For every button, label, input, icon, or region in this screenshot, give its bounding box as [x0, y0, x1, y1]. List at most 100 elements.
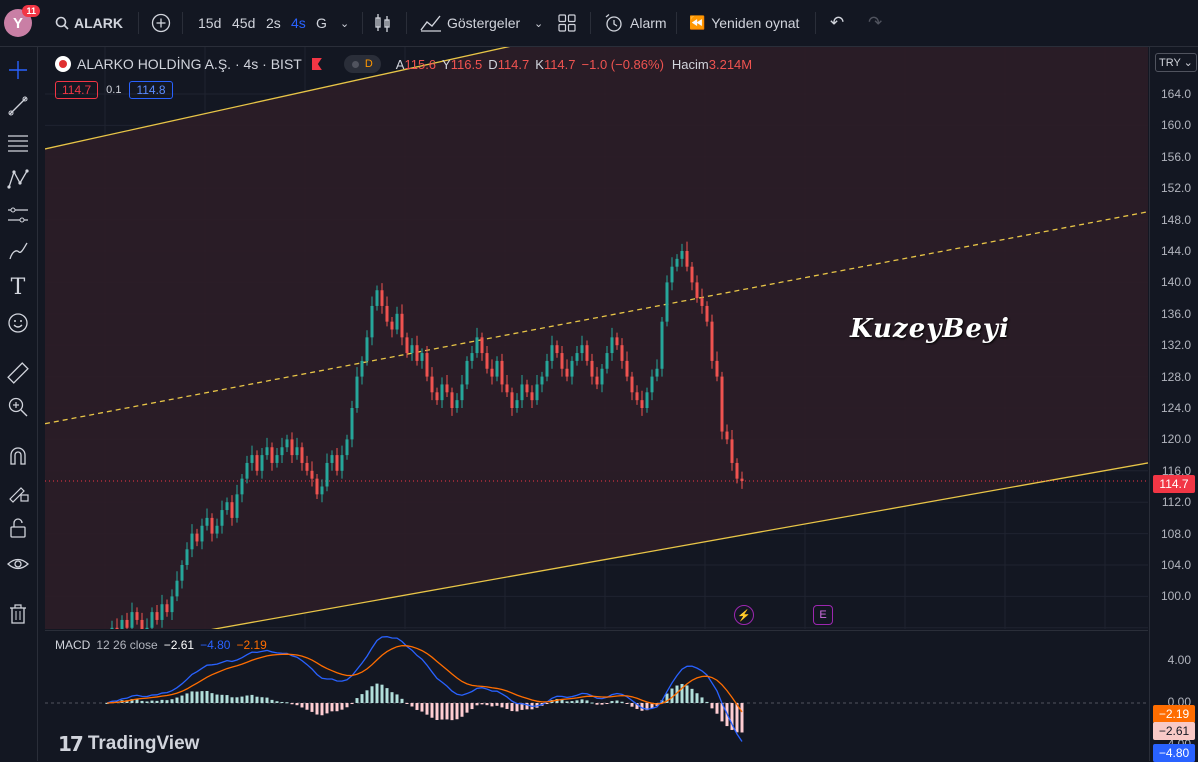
- price-tick-label: 120.0: [1160, 432, 1191, 447]
- macd-histogram-bar: [425, 703, 429, 715]
- candle-body: [595, 376, 599, 385]
- candle-body: [715, 360, 719, 377]
- chart-legend: ALARKO HOLDİNG A.Ş. · 4s · BIST D A 115.6…: [55, 55, 752, 73]
- symbol-title[interactable]: ALARKO HOLDİNG A.Ş. · 4s · BIST: [77, 56, 302, 72]
- macd-histogram-bar: [310, 703, 314, 712]
- lock-drawing-icon[interactable]: [5, 479, 31, 505]
- candle-body: [165, 604, 169, 613]
- forecast-icon[interactable]: [5, 202, 31, 228]
- macd-histogram-bar: [285, 702, 289, 704]
- candle-body: [230, 502, 234, 518]
- indicators-button[interactable]: Göstergeler: [420, 0, 520, 46]
- candle-body: [510, 392, 514, 408]
- tradingview-logo[interactable]: 17 TradingView: [58, 732, 199, 756]
- candle-body: [340, 455, 344, 471]
- candle-body: [660, 321, 664, 369]
- ask-button[interactable]: 114.8: [129, 81, 173, 99]
- candle-body: [590, 360, 594, 377]
- candle-body: [170, 596, 174, 613]
- search-icon: [55, 16, 69, 30]
- macd-label[interactable]: MACD: [55, 638, 90, 652]
- emoji-icon[interactable]: [5, 310, 31, 336]
- interval-g[interactable]: G: [316, 0, 327, 46]
- candle-body: [395, 313, 399, 330]
- candle-body: [620, 345, 624, 361]
- zoom-icon[interactable]: [5, 394, 31, 420]
- compare-button[interactable]: [151, 0, 171, 46]
- earnings-event-icon[interactable]: E: [813, 605, 833, 625]
- user-avatar[interactable]: Y 11: [4, 5, 40, 37]
- chevron-down-icon[interactable]: ⌄: [340, 0, 349, 46]
- macd-histogram-bar: [710, 703, 714, 709]
- interval-45d[interactable]: 45d: [232, 0, 255, 46]
- replay-button[interactable]: ⏪ Yeniden oynat: [689, 0, 799, 46]
- candle-body: [110, 627, 114, 629]
- macd-histogram-bar: [185, 693, 189, 703]
- candle-body: [710, 321, 714, 361]
- flag-icon[interactable]: [311, 58, 322, 70]
- macd-histogram-bar: [290, 703, 294, 705]
- candle-body: [640, 400, 644, 408]
- redo-icon[interactable]: ↷: [868, 0, 882, 46]
- candle-body: [215, 525, 219, 534]
- macd-histogram-bar: [345, 703, 349, 708]
- eye-icon[interactable]: [5, 551, 31, 577]
- interval-4s[interactable]: 4s: [291, 0, 306, 46]
- candle-body: [520, 384, 524, 401]
- brand-text: TradingView: [87, 733, 200, 754]
- macd-histogram-bar: [495, 703, 499, 706]
- layouts-button[interactable]: [558, 0, 576, 46]
- macd-histogram-bar: [230, 697, 234, 703]
- macd-histogram-bar: [255, 696, 259, 703]
- candle-body: [130, 612, 134, 628]
- macd-histogram-bar: [175, 697, 179, 703]
- candle-body: [705, 305, 709, 322]
- macd-histogram-bar: [685, 685, 689, 703]
- candle-body: [300, 447, 304, 463]
- macd-histogram-bar: [615, 700, 619, 703]
- currency-select[interactable]: TRY ⌄: [1155, 53, 1197, 72]
- candle-body: [440, 384, 444, 401]
- undo-icon[interactable]: ↶: [830, 0, 844, 46]
- macd-histogram-bar: [605, 703, 609, 704]
- candle-body: [370, 305, 374, 338]
- macd-histogram-bar: [620, 701, 624, 703]
- macd-histogram-bar: [365, 690, 369, 703]
- chart-type-button[interactable]: [374, 0, 392, 46]
- macd-histogram-bar: [145, 701, 149, 703]
- text-tool-icon[interactable]: T: [5, 274, 31, 300]
- macd-histogram-bar: [485, 703, 489, 706]
- trendline-icon[interactable]: [5, 93, 31, 119]
- trash-icon[interactable]: [5, 601, 31, 627]
- interval-15d[interactable]: 15d: [198, 0, 221, 46]
- candle-body: [120, 619, 124, 629]
- top-toolbar: Y 11 ALARK 15d 45d 2s 4s G ⌄ Göstergeler…: [0, 0, 1198, 47]
- pattern-icon[interactable]: [5, 166, 31, 192]
- fib-icon[interactable]: [5, 130, 31, 156]
- indicators-label: Göstergeler: [447, 15, 521, 31]
- flash-event-icon[interactable]: ⚡: [734, 605, 754, 625]
- crosshair-icon[interactable]: [5, 57, 31, 83]
- macd-line-value: −4.80: [200, 638, 231, 652]
- candle-body: [450, 392, 454, 408]
- macd-histogram-bar: [180, 695, 184, 703]
- candle-body: [690, 266, 694, 283]
- magnet-icon[interactable]: [5, 443, 31, 469]
- price-axis[interactable]: TRY ⌄ 164.0 160.0 156.0 152.0 148.0 144.0 140.…: [1149, 47, 1198, 762]
- change-value: −1.0 (−0.86%): [581, 56, 664, 72]
- candle-body: [545, 360, 549, 377]
- alarm-button[interactable]: Alarm: [604, 0, 667, 46]
- unlock-icon[interactable]: [5, 515, 31, 541]
- macd-histogram-bar: [225, 695, 229, 703]
- bid-button[interactable]: 114.7: [55, 81, 99, 99]
- chevron-down-icon[interactable]: ⌄: [534, 0, 543, 46]
- macd-histogram-bar: [460, 703, 464, 717]
- macd-histogram-bar: [170, 699, 174, 703]
- interval-2s[interactable]: 2s: [266, 0, 281, 46]
- ruler-icon[interactable]: [5, 360, 31, 386]
- symbol-search[interactable]: ALARK: [55, 0, 123, 46]
- macd-signal-tag: −2.19: [1153, 705, 1195, 723]
- candle-body: [475, 337, 479, 354]
- candle-body: [635, 392, 639, 401]
- brush-icon[interactable]: [5, 238, 31, 264]
